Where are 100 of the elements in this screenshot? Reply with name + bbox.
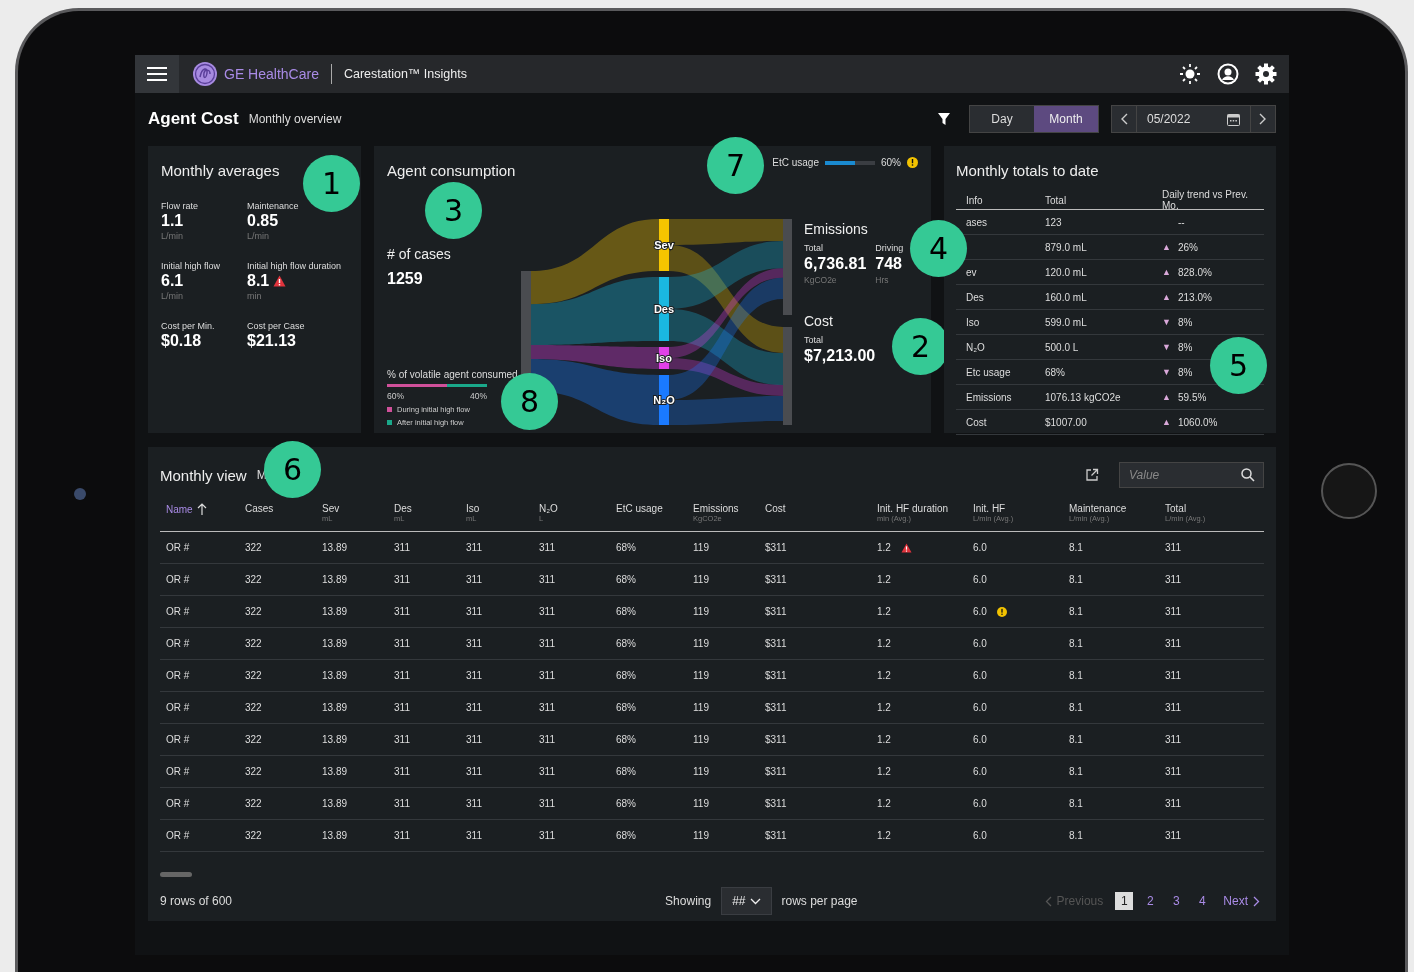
column-header: Info [966,194,984,206]
column-header[interactable]: Init. HF [973,503,1006,514]
table-cell: 1060.0% [1178,416,1218,428]
page-button[interactable]: 2 [1141,892,1160,910]
table-cell-text: 1076.13 kgCO2e [1045,391,1122,403]
column-header[interactable]: Total [1165,503,1187,514]
callout-marker: 3 [425,182,482,239]
card-title: Monthly view [160,466,247,484]
brightness-icon[interactable] [1179,63,1201,85]
column-header[interactable]: Sev [322,503,340,514]
table-cell: 119 [693,542,709,553]
column-header[interactable]: Iso [466,503,480,514]
menu-button[interactable] [135,55,179,93]
column-header[interactable]: Maintenance [1069,503,1127,514]
column-header[interactable]: Cases [245,503,274,514]
table-cell: $311 [765,542,787,553]
search-icon[interactable] [1241,468,1255,482]
share-reading: 60% [387,391,404,401]
table-cell: 68% [616,574,636,585]
table-cell: 6.0 [973,574,987,585]
page-button[interactable]: 4 [1193,892,1212,910]
table-cell: 311 [1165,798,1181,809]
table-cell: OR # [166,798,190,809]
table-cell: 311 [1165,574,1181,585]
table-cell: 311 [1165,734,1181,745]
table-cell: 8.1 [1069,702,1083,713]
table-cell: 8% [1178,366,1193,378]
table-cell: 119 [693,734,709,745]
brand-name: GE HealthCare [224,66,319,82]
settings-icon[interactable] [1255,63,1277,85]
table-cell: $311 [765,606,787,617]
home-button[interactable] [1321,463,1377,519]
table-cell: 8% [1178,341,1193,353]
stat-unit: min [247,291,263,301]
card-title: Monthly totals to date [956,162,1100,179]
external-link-icon[interactable] [1085,468,1099,482]
table-cell: 1.2 [877,638,891,649]
table-cell: Etc usage [966,366,1011,378]
table-cell: 8% [1178,316,1193,328]
table-cell: 311 [1165,638,1181,649]
table-cell: 59.5% [1178,391,1207,403]
table-cell: 322 [245,606,262,617]
table-cell: 1.2 [877,606,891,617]
product-name: Carestation™ Insights [343,67,467,81]
table-cell-text: 599.0 mL [1045,316,1088,328]
table-cell: $311 [765,670,787,681]
table-cell: 311 [539,670,555,681]
table-cell: Iso [966,316,980,328]
table-cell-text: 68% [1045,366,1066,378]
stat-value: 8.1 [247,272,270,290]
table-cell: 1.2 [877,670,891,681]
period-tab[interactable]: Day [970,106,1034,132]
page-button[interactable]: 1 [1115,892,1134,910]
caret-icon [749,897,761,905]
filter-icon[interactable] [937,112,951,126]
table-cell: $311 [765,702,787,713]
next-page-button[interactable]: Next [1219,894,1264,908]
table-cell: 8.1 [1069,830,1083,841]
table-cell: 311 [394,798,410,809]
search-field[interactable]: Value [1119,462,1264,488]
table-cell: 6.0 [973,766,987,777]
table-cell: Cost [966,416,987,428]
table-cell: 68% [616,542,636,553]
column-header[interactable]: Cost [765,503,786,514]
table-cell: 828.0% [1178,266,1212,278]
column-header[interactable]: Des [394,503,412,514]
card-title: Monthly averages [161,162,281,179]
card-title: Agent consumption [387,162,516,179]
table-cell: 311 [539,734,555,745]
table-cell: 322 [245,734,262,745]
table-cell: 119 [693,606,709,617]
table-cell: 6.0 [973,606,987,617]
page-button[interactable]: 3 [1167,892,1186,910]
sort-up-icon[interactable] [196,503,207,515]
share-reading: 40% [470,391,487,401]
table-cell: 13.89 [322,542,348,553]
table-cell: 311 [394,734,410,745]
column-header[interactable]: Name [166,503,193,515]
table-cell: OR # [166,670,190,681]
table-cell: ev [966,266,977,278]
stat-value: 0.85 [247,212,279,230]
table-cell: 322 [245,830,262,841]
table-cell: 311 [539,542,555,553]
column-header[interactable]: Emissions [693,503,739,514]
metric-unit: Hrs [875,275,890,285]
scrollbar-thumb[interactable] [160,872,192,877]
table-cell-text: $1007.00 [1045,416,1088,428]
table-cell: 13.89 [322,798,348,809]
column-header[interactable]: EtC usage [616,503,663,514]
user-icon[interactable] [1217,63,1239,85]
period-tab[interactable]: Month [1034,106,1098,132]
calendar-icon[interactable] [1227,112,1240,126]
table-cell: Emissions [966,391,1012,403]
table-cell: ases [966,216,988,228]
column-header[interactable]: Init. HF duration [877,503,949,514]
table-cell: 311 [466,734,482,745]
column-header[interactable]: N₂O [539,503,558,514]
page-size-select[interactable]: ## [721,887,772,915]
table-cell: -- [1178,216,1185,228]
table-cell: 311 [539,606,555,617]
